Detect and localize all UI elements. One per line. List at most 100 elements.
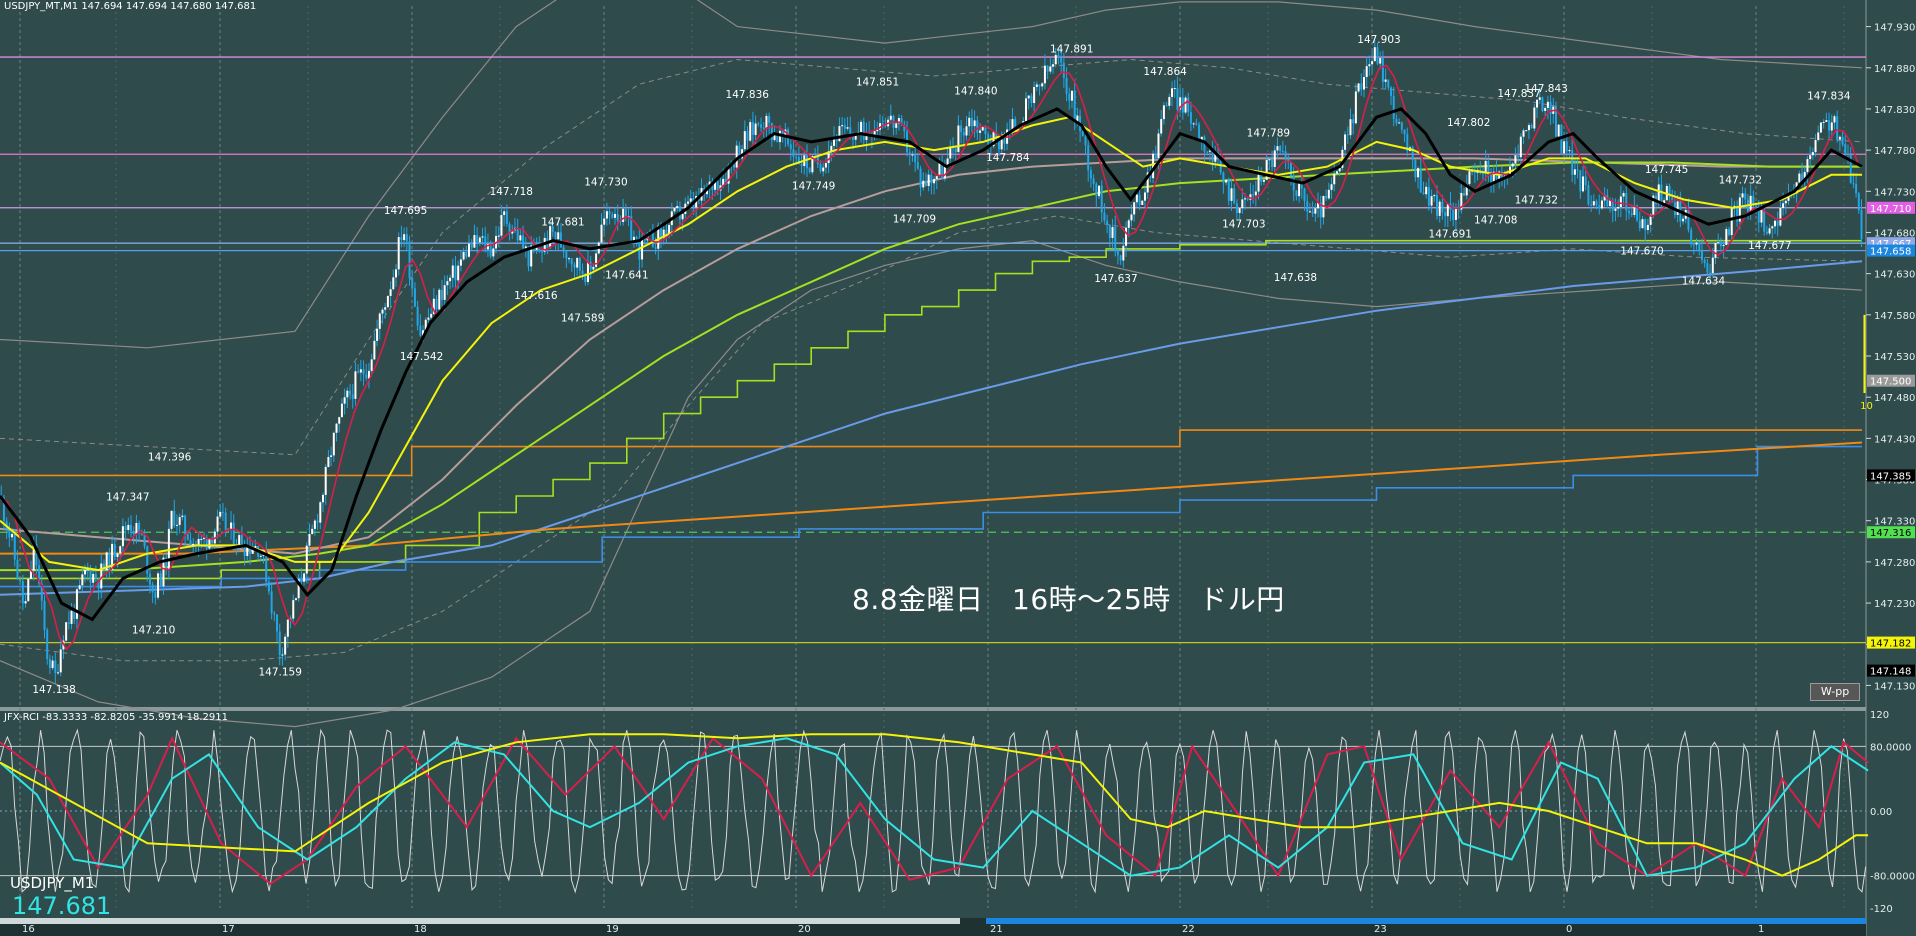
candle-body [1379,57,1382,64]
candle-body [178,517,181,525]
candle-body [1362,77,1365,90]
candle-body [478,237,481,243]
candle-body [1860,210,1863,240]
candle-body [392,277,395,290]
swing-label: 147.616 [514,290,558,302]
time-tick-label: 17 [222,924,235,935]
candle-body [1490,174,1493,183]
candle-body [1241,199,1244,209]
candle-body [1730,207,1733,236]
candle-body [651,231,654,248]
swing-label: 147.749 [792,181,835,193]
candle-body [1025,98,1028,122]
panel-divider [0,707,1866,711]
candle-body [541,251,544,253]
candle-body [1517,155,1520,158]
candle-body [1268,159,1271,161]
candle-body [1033,86,1036,104]
candle-body [11,533,14,538]
candle-body [1330,184,1333,190]
candle-body [1371,61,1374,65]
candle-body [608,211,611,215]
candle-body [1584,176,1587,186]
candle-body [1035,84,1038,87]
candle-body [1000,139,1003,150]
candle-body [465,251,468,257]
candle-body [1357,83,1360,92]
candle-body [1771,226,1774,229]
candle-body [1784,200,1787,204]
price-box-label: 147.500 [1870,377,1911,388]
candle-body [1038,84,1041,87]
swing-label: 147.834 [1807,91,1851,103]
candle-body [795,156,798,158]
candle-body [1271,159,1274,167]
candle-body [73,610,76,619]
candle-body [186,534,189,540]
candle-body [605,211,608,219]
price-box-label: 147.316 [1870,528,1911,539]
candle-body [1828,120,1831,131]
candle-body [1430,196,1433,206]
candle-body [578,257,581,271]
candle-body [443,285,446,300]
rci-tick-label: -80.0000 [1870,872,1915,883]
candle-body [1441,201,1444,213]
candle-body [316,520,319,523]
candle-body [1003,139,1006,144]
candle-body [362,369,365,375]
candle-body [343,397,346,404]
candle-body [860,121,863,132]
candle-body [1525,130,1528,132]
candle-body [746,131,749,141]
candle-body [308,534,311,546]
candle-body [16,559,19,579]
price-tick-label: 147.530 [1874,352,1915,363]
candle-body [1422,192,1425,195]
candle-body [313,520,316,529]
candle-body [78,585,81,590]
candle-body [1706,263,1709,273]
candle-body [1641,219,1644,229]
candle-body [173,510,176,526]
candle-body [1598,205,1601,209]
candle-body [13,533,16,560]
candle-body [327,456,330,467]
candle-body [611,214,614,218]
candle-body [243,549,246,556]
price-tick-label: 147.230 [1874,599,1915,610]
candle-body [505,211,508,224]
candle-body [1714,242,1717,258]
time-tick-label: 1 [1758,924,1764,935]
candle-body [1365,66,1368,78]
candle-body [1700,250,1703,261]
candle-body [1857,193,1860,211]
candle-body [319,502,322,523]
candle-body [1825,120,1828,122]
candle-body [970,117,973,127]
time-tick-label: 16 [22,924,35,935]
candle-body [311,528,314,535]
candle-body [208,538,211,549]
candle-body [454,265,457,281]
candle-body [267,581,270,592]
wpp-button[interactable]: W-pp [1810,683,1860,701]
candle-body [800,164,803,167]
time-tick-label: 22 [1182,924,1195,935]
candle-body [1779,208,1782,226]
candle-body [1638,220,1641,229]
candle-body [1630,213,1633,215]
candle-body [1444,212,1447,217]
candle-body [1352,119,1355,124]
swing-label: 147.641 [605,270,648,282]
last-price: 147.681 [12,892,112,920]
candle-body [1682,218,1685,222]
candle-body [1100,185,1103,213]
candle-body [1741,193,1744,198]
candle-body [1844,144,1847,154]
candle-body [1108,224,1111,238]
candle-body [143,534,146,547]
candle-body [1676,201,1679,215]
candle-body [1427,186,1430,206]
symbol-label: USDJPY_M1 [10,874,95,892]
